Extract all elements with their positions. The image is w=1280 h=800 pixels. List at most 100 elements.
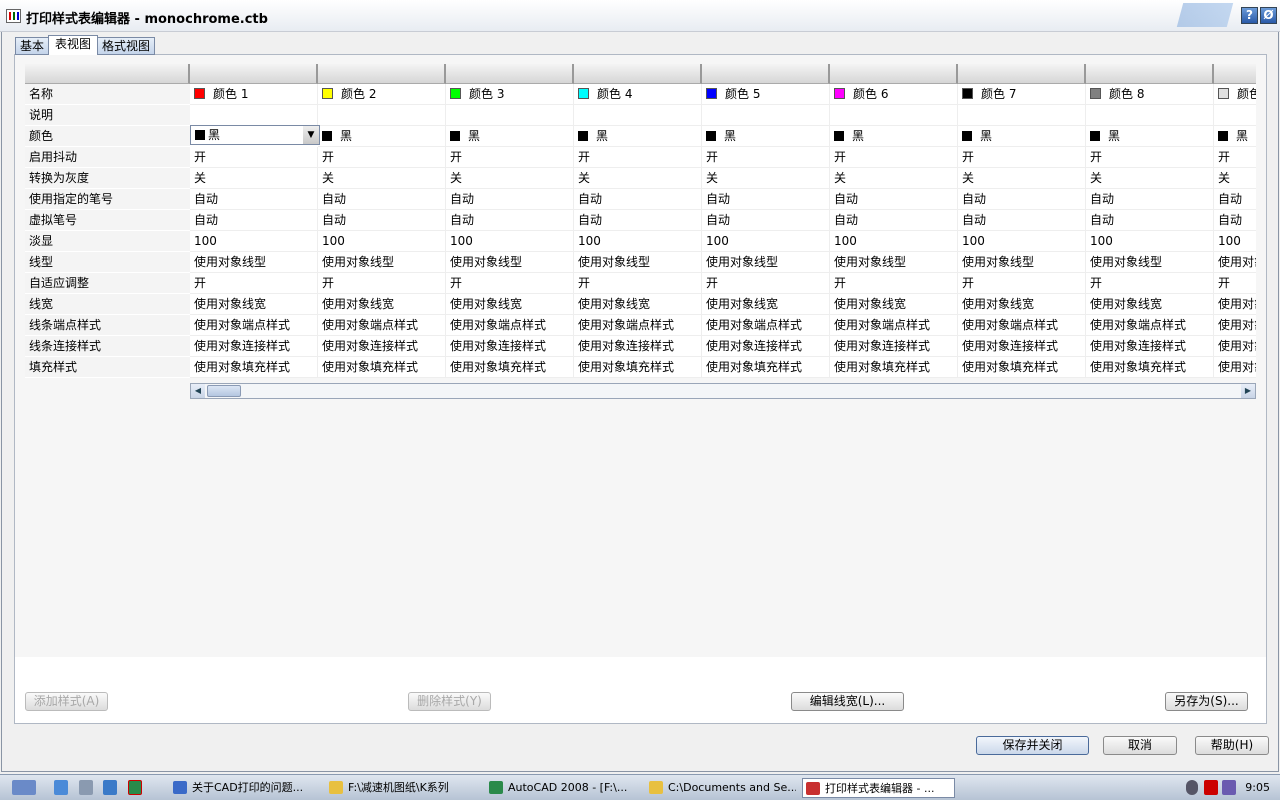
- endstyle-cell[interactable]: 使用对象端点样式: [1086, 315, 1214, 336]
- linetype-cell[interactable]: 使用对象线型: [574, 252, 702, 273]
- linetype-cell[interactable]: 使用对象线型: [318, 252, 446, 273]
- adaptive-cell[interactable]: 开: [1214, 273, 1256, 294]
- description-cell[interactable]: [830, 105, 958, 126]
- linetype-cell[interactable]: 使用对象线型: [1214, 252, 1256, 273]
- ie-icon[interactable]: [103, 780, 117, 795]
- color-cell[interactable]: 黑: [702, 126, 830, 147]
- color-cell[interactable]: 黑: [830, 126, 958, 147]
- fillstyle-cell[interactable]: 使用对象填充样式: [318, 357, 446, 378]
- virtual_pen-cell[interactable]: 自动: [190, 210, 318, 231]
- column-header[interactable]: [1086, 64, 1214, 84]
- tab-table-view[interactable]: 表视图: [48, 35, 99, 55]
- screening-cell[interactable]: 100: [190, 231, 318, 252]
- lineweight-cell[interactable]: 使用对象线宽: [1086, 294, 1214, 315]
- description-cell[interactable]: [318, 105, 446, 126]
- pen-cell[interactable]: 自动: [318, 189, 446, 210]
- pen-cell[interactable]: 自动: [830, 189, 958, 210]
- virtual_pen-cell[interactable]: 自动: [830, 210, 958, 231]
- style-name-cell[interactable]: 颜色 3: [446, 84, 574, 105]
- grayscale-cell[interactable]: 关: [702, 168, 830, 189]
- scroll-left-icon[interactable]: ◀: [191, 384, 205, 398]
- screening-cell[interactable]: 100: [446, 231, 574, 252]
- show-desktop-icon[interactable]: [12, 780, 36, 795]
- description-cell[interactable]: [958, 105, 1086, 126]
- adaptive-cell[interactable]: 开: [830, 273, 958, 294]
- virtual_pen-cell[interactable]: 自动: [1214, 210, 1256, 231]
- linetype-cell[interactable]: 使用对象线型: [1086, 252, 1214, 273]
- adaptive-cell[interactable]: 开: [190, 273, 318, 294]
- virtual_pen-cell[interactable]: 自动: [958, 210, 1086, 231]
- linetype-cell[interactable]: 使用对象线型: [702, 252, 830, 273]
- pen-cell[interactable]: 自动: [958, 189, 1086, 210]
- style-name-cell[interactable]: 颜色 4: [574, 84, 702, 105]
- pen-cell[interactable]: 自动: [1086, 189, 1214, 210]
- scroll-right-icon[interactable]: ▶: [1241, 384, 1255, 398]
- lineweight-cell[interactable]: 使用对象线宽: [574, 294, 702, 315]
- screening-cell[interactable]: 100: [318, 231, 446, 252]
- dither-cell[interactable]: 开: [1086, 147, 1214, 168]
- virtual_pen-cell[interactable]: 自动: [702, 210, 830, 231]
- dither-cell[interactable]: 开: [958, 147, 1086, 168]
- style-name-cell[interactable]: 颜色 7: [958, 84, 1086, 105]
- lineweight-cell[interactable]: 使用对象线宽: [446, 294, 574, 315]
- lineweight-cell[interactable]: 使用对象线宽: [1214, 294, 1256, 315]
- dither-cell[interactable]: 开: [574, 147, 702, 168]
- save-and-close-button[interactable]: 保存并关闭: [976, 736, 1089, 755]
- color-cell[interactable]: 黑: [574, 126, 702, 147]
- grayscale-cell[interactable]: 关: [318, 168, 446, 189]
- description-cell[interactable]: [702, 105, 830, 126]
- delete-style-button[interactable]: 删除样式(Y): [408, 692, 491, 711]
- grayscale-cell[interactable]: 关: [830, 168, 958, 189]
- virtual_pen-cell[interactable]: 自动: [574, 210, 702, 231]
- taskbar-item[interactable]: 关于CAD打印的问题...: [170, 778, 320, 798]
- tray-icon[interactable]: [1222, 780, 1236, 795]
- endstyle-cell[interactable]: 使用对象端点样式: [190, 315, 318, 336]
- horizontal-scrollbar[interactable]: ◀ ▶: [190, 383, 1256, 399]
- description-cell[interactable]: [1214, 105, 1256, 126]
- cancel-button[interactable]: 取消: [1103, 736, 1177, 755]
- color-cell[interactable]: 黑: [446, 126, 574, 147]
- fillstyle-cell[interactable]: 使用对象填充样式: [574, 357, 702, 378]
- edit-lineweights-button[interactable]: 编辑线宽(L)...: [791, 692, 904, 711]
- fillstyle-cell[interactable]: 使用对象填充样式: [190, 357, 318, 378]
- screening-cell[interactable]: 100: [1086, 231, 1214, 252]
- description-cell[interactable]: [1086, 105, 1214, 126]
- description-cell[interactable]: [446, 105, 574, 126]
- taskbar-item[interactable]: C:\Documents and Se...: [646, 778, 796, 798]
- quicklaunch-icon[interactable]: [128, 780, 142, 795]
- grayscale-cell[interactable]: 关: [1086, 168, 1214, 189]
- scroll-thumb[interactable]: [207, 385, 241, 397]
- color-cell[interactable]: 黑: [958, 126, 1086, 147]
- close-title-button[interactable]: Ø: [1260, 7, 1277, 24]
- style-name-cell[interactable]: 颜色 2: [318, 84, 446, 105]
- endstyle-cell[interactable]: 使用对象端点样式: [574, 315, 702, 336]
- endstyle-cell[interactable]: 使用对象端点样式: [446, 315, 574, 336]
- grayscale-cell[interactable]: 关: [958, 168, 1086, 189]
- screening-cell[interactable]: 100: [574, 231, 702, 252]
- endstyle-cell[interactable]: 使用对象端点样式: [958, 315, 1086, 336]
- save-as-button[interactable]: 另存为(S)...: [1165, 692, 1248, 711]
- color-dropdown[interactable]: 黑 ▼: [190, 125, 320, 145]
- pen-cell[interactable]: 自动: [190, 189, 318, 210]
- adaptive-cell[interactable]: 开: [1086, 273, 1214, 294]
- virtual_pen-cell[interactable]: 自动: [446, 210, 574, 231]
- lineweight-cell[interactable]: 使用对象线宽: [830, 294, 958, 315]
- description-cell[interactable]: [574, 105, 702, 126]
- pen-cell[interactable]: 自动: [1214, 189, 1256, 210]
- quicklaunch-icon[interactable]: [54, 780, 68, 795]
- lineweight-cell[interactable]: 使用对象线宽: [958, 294, 1086, 315]
- add-style-button[interactable]: 添加样式(A): [25, 692, 108, 711]
- joinstyle-cell[interactable]: 使用对象连接样式: [1214, 336, 1256, 357]
- tray-icon[interactable]: [1186, 780, 1198, 795]
- tab-general[interactable]: 基本: [15, 37, 50, 55]
- linetype-cell[interactable]: 使用对象线型: [190, 252, 318, 273]
- fillstyle-cell[interactable]: 使用对象填充样式: [830, 357, 958, 378]
- adaptive-cell[interactable]: 开: [574, 273, 702, 294]
- antivirus-tray-icon[interactable]: [1204, 780, 1218, 795]
- pen-cell[interactable]: 自动: [702, 189, 830, 210]
- fillstyle-cell[interactable]: 使用对象填充样式: [1214, 357, 1256, 378]
- style-name-cell[interactable]: 颜色 1: [190, 84, 318, 105]
- dither-cell[interactable]: 开: [1214, 147, 1256, 168]
- color-cell[interactable]: 黑: [1086, 126, 1214, 147]
- taskbar-item[interactable]: AutoCAD 2008 - [F:\...: [486, 778, 636, 798]
